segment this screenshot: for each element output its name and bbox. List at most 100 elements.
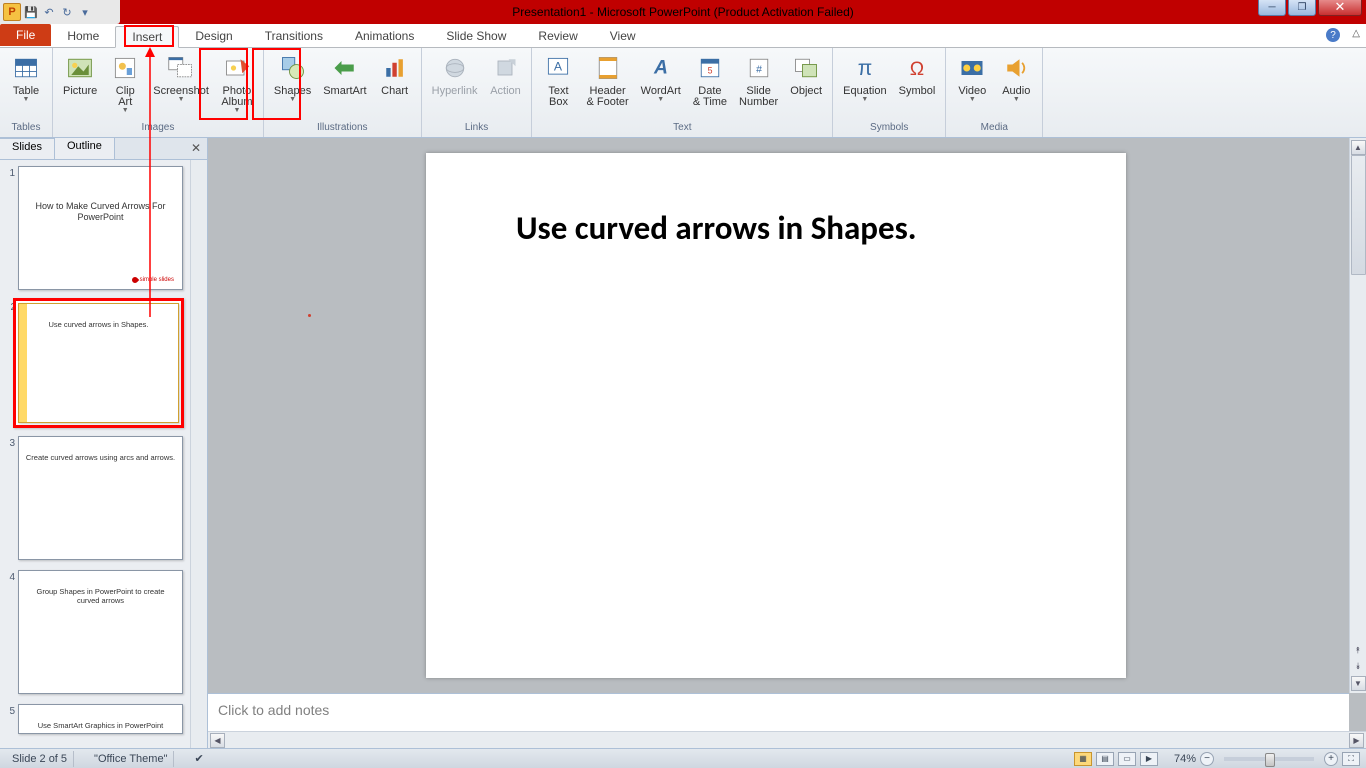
wordart-icon: A — [645, 52, 677, 84]
zoom-out-icon[interactable]: − — [1200, 752, 1214, 766]
close-panel-icon[interactable]: ✕ — [191, 141, 201, 155]
group-illustrations: Shapes▼ SmartArt Chart Illustrations — [264, 48, 422, 137]
fit-to-window-icon[interactable]: ⛶ — [1342, 752, 1360, 766]
thumbnail[interactable]: Create curved arrows using arcs and arro… — [18, 436, 183, 560]
slide-title[interactable]: Use curved arrows in Shapes. — [516, 208, 917, 248]
spellcheck-icon[interactable]: ✔ — [188, 751, 209, 767]
horizontal-scrollbar[interactable]: ◀ ▶ — [208, 731, 1366, 748]
sorter-view-icon[interactable]: ▤ — [1096, 752, 1114, 766]
smartart-button[interactable]: SmartArt — [317, 50, 372, 121]
object-button[interactable]: Object — [784, 50, 828, 121]
thumbnail-row[interactable]: 4 Group Shapes in PowerPoint to create c… — [2, 568, 205, 696]
datetime-label: Date & Time — [693, 86, 727, 108]
restore-button[interactable]: ❐ — [1288, 0, 1316, 16]
undo-icon[interactable]: ↶ — [41, 4, 57, 20]
slideshow-view-icon[interactable]: ▶ — [1140, 752, 1158, 766]
audio-button[interactable]: Audio▼ — [994, 50, 1038, 121]
scrollbar-thumb[interactable] — [1351, 155, 1366, 275]
minimize-button[interactable]: ─ — [1258, 0, 1286, 16]
group-tables: Table ▼ Tables — [0, 48, 53, 137]
prev-slide-icon[interactable]: ⯭ — [1351, 643, 1366, 657]
slide[interactable]: Use curved arrows in Shapes. — [426, 153, 1126, 678]
textbox-label: Text Box — [548, 86, 568, 108]
thumbnail-row[interactable]: 1 How to Make Curved Arrows For PowerPoi… — [2, 164, 205, 292]
side-tab-slides[interactable]: Slides — [0, 138, 55, 159]
tab-home[interactable]: Home — [51, 25, 115, 47]
thumbnail-row[interactable]: 3 Create curved arrows using arcs and ar… — [2, 434, 205, 562]
thumbnails-scrollbar[interactable] — [190, 160, 207, 748]
normal-view-icon[interactable]: ▦ — [1074, 752, 1092, 766]
table-button[interactable]: Table ▼ — [4, 50, 48, 121]
scroll-down-icon[interactable]: ▼ — [1351, 676, 1366, 691]
thumbnail-row[interactable]: 2 Use curved arrows in Shapes. — [2, 298, 205, 428]
screenshot-button[interactable]: Screenshot▼ — [147, 50, 215, 121]
chevron-down-icon: ▼ — [861, 96, 868, 103]
qa-dropdown-icon[interactable]: ▾ — [77, 4, 93, 20]
scroll-left-icon[interactable]: ◀ — [210, 733, 225, 748]
photoalbum-button[interactable]: Photo Album▼ — [215, 50, 259, 121]
window-title: Presentation1 - Microsoft PowerPoint (Pr… — [0, 5, 1366, 19]
tab-review[interactable]: Review — [522, 25, 593, 47]
datetime-button[interactable]: 5Date & Time — [687, 50, 733, 121]
tab-animations[interactable]: Animations — [339, 25, 430, 47]
group-label-images: Images — [57, 121, 259, 137]
notes-pane[interactable]: Click to add notes — [208, 693, 1349, 731]
tab-transitions[interactable]: Transitions — [249, 25, 339, 47]
hyperlink-icon — [439, 52, 471, 84]
action-button[interactable]: Action — [483, 50, 527, 121]
tab-file[interactable]: File — [0, 24, 51, 46]
object-label: Object — [790, 86, 822, 97]
shapes-button[interactable]: Shapes▼ — [268, 50, 317, 121]
tab-view[interactable]: View — [594, 25, 652, 47]
hyperlink-button[interactable]: Hyperlink — [426, 50, 484, 121]
status-theme[interactable]: "Office Theme" — [88, 751, 174, 767]
screenshot-icon — [165, 52, 197, 84]
tab-insert[interactable]: Insert — [115, 26, 179, 48]
equation-button[interactable]: πEquation▼ — [837, 50, 892, 121]
symbol-button[interactable]: ΩSymbol — [893, 50, 942, 121]
video-icon — [956, 52, 988, 84]
headerfooter-button[interactable]: Header & Footer — [580, 50, 634, 121]
status-slide-number[interactable]: Slide 2 of 5 — [6, 751, 74, 767]
textbox-button[interactable]: A Text Box — [536, 50, 580, 121]
zoom-in-icon[interactable]: + — [1324, 752, 1338, 766]
tab-slideshow[interactable]: Slide Show — [430, 25, 522, 47]
zoom-slider[interactable] — [1224, 757, 1314, 761]
svg-text:A: A — [554, 60, 563, 74]
side-tab-outline[interactable]: Outline — [55, 138, 115, 159]
clipart-button[interactable]: Clip Art▼ — [103, 50, 147, 121]
scroll-right-icon[interactable]: ▶ — [1349, 733, 1364, 748]
thumbnail-number: 4 — [4, 570, 18, 694]
next-slide-icon[interactable]: ⯯ — [1351, 659, 1366, 673]
thumbnail[interactable]: Group Shapes in PowerPoint to create cur… — [18, 570, 183, 694]
thumbnail-row[interactable]: 5 Use SmartArt Graphics in PowerPoint — [2, 702, 205, 736]
slidenumber-icon: # — [743, 52, 775, 84]
thumbnail[interactable]: Use curved arrows in Shapes. — [18, 303, 179, 423]
save-icon[interactable]: 💾 — [23, 4, 39, 20]
symbol-icon: Ω — [901, 52, 933, 84]
repeat-icon[interactable]: ↻ — [59, 4, 75, 20]
annotation-dot — [308, 314, 311, 317]
table-icon — [10, 52, 42, 84]
zoom-percent[interactable]: 74% — [1174, 753, 1196, 765]
scroll-up-icon[interactable]: ▲ — [1351, 140, 1366, 155]
chevron-down-icon: ▼ — [23, 96, 30, 103]
close-button[interactable]: ✕ — [1318, 0, 1362, 16]
clipart-icon — [109, 52, 141, 84]
thumbnail[interactable]: Use SmartArt Graphics in PowerPoint — [18, 704, 183, 734]
help-icon[interactable]: ? — [1326, 28, 1340, 42]
reading-view-icon[interactable]: ▭ — [1118, 752, 1136, 766]
status-right: ▦ ▤ ▭ ▶ 74% − + ⛶ — [1074, 752, 1360, 766]
thumbnail-title: Group Shapes in PowerPoint to create cur… — [25, 587, 176, 605]
tab-design[interactable]: Design — [179, 25, 248, 47]
canvas-scroll[interactable]: Use curved arrows in Shapes. ▲ ⯭ ⯯ ▼ — [208, 138, 1366, 693]
thumbnail[interactable]: How to Make Curved Arrows For PowerPoint… — [18, 166, 183, 290]
video-button[interactable]: Video▼ — [950, 50, 994, 121]
powerpoint-icon[interactable]: P — [3, 3, 21, 21]
wordart-button[interactable]: AWordArt▼ — [635, 50, 687, 121]
chart-button[interactable]: Chart — [373, 50, 417, 121]
slidenumber-button[interactable]: #Slide Number — [733, 50, 784, 121]
vertical-scrollbar[interactable]: ▲ ⯭ ⯯ ▼ — [1349, 138, 1366, 693]
minimize-ribbon-icon[interactable]: △ — [1352, 28, 1360, 39]
picture-button[interactable]: Picture — [57, 50, 103, 121]
